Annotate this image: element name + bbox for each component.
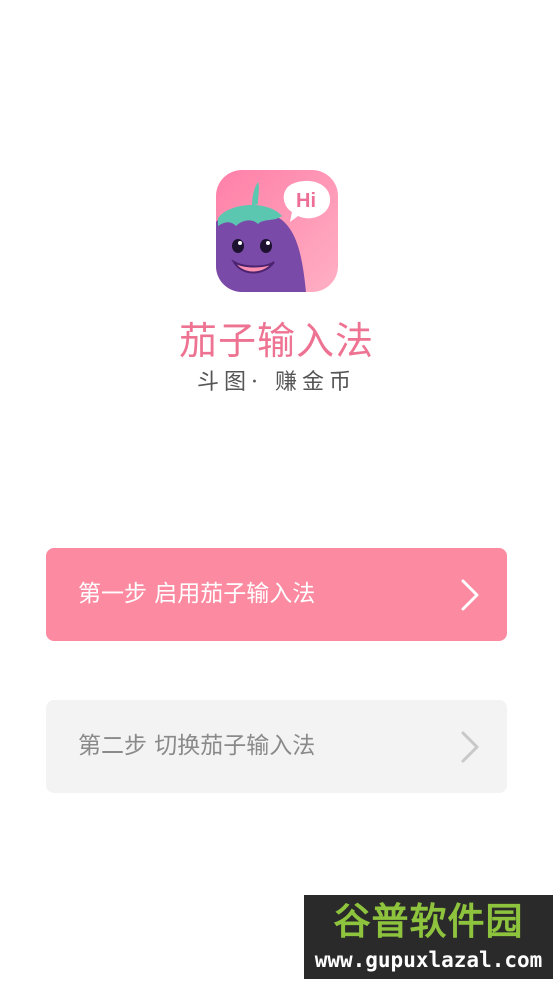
- switch-keyboard-button[interactable]: 第二步 切换茄子输入法: [46, 700, 507, 793]
- watermark-title: 谷普软件园: [333, 900, 524, 943]
- app-logo-icon: Hi: [216, 170, 338, 292]
- chevron-right-icon: [461, 731, 479, 763]
- enable-keyboard-label: 第一步 启用茄子输入法: [78, 581, 316, 607]
- hi-bubble-text: Hi: [296, 190, 316, 212]
- switch-keyboard-label: 第二步 切换茄子输入法: [78, 733, 316, 759]
- site-watermark: 谷普软件园 www.gupuxlazal.com: [304, 895, 553, 979]
- app-slogan: 斗图· 赚金币: [197, 370, 356, 395]
- chevron-right-icon: [461, 579, 479, 611]
- app-title: 茄子输入法: [178, 319, 374, 363]
- setup-screen: Hi 茄子输入法 斗图· 赚金币 第一步 启用茄子输入法 第二步 切换茄子输入法…: [0, 0, 553, 983]
- enable-keyboard-button[interactable]: 第一步 启用茄子输入法: [46, 548, 507, 641]
- watermark-url: www.gupuxlazal.com: [314, 948, 543, 972]
